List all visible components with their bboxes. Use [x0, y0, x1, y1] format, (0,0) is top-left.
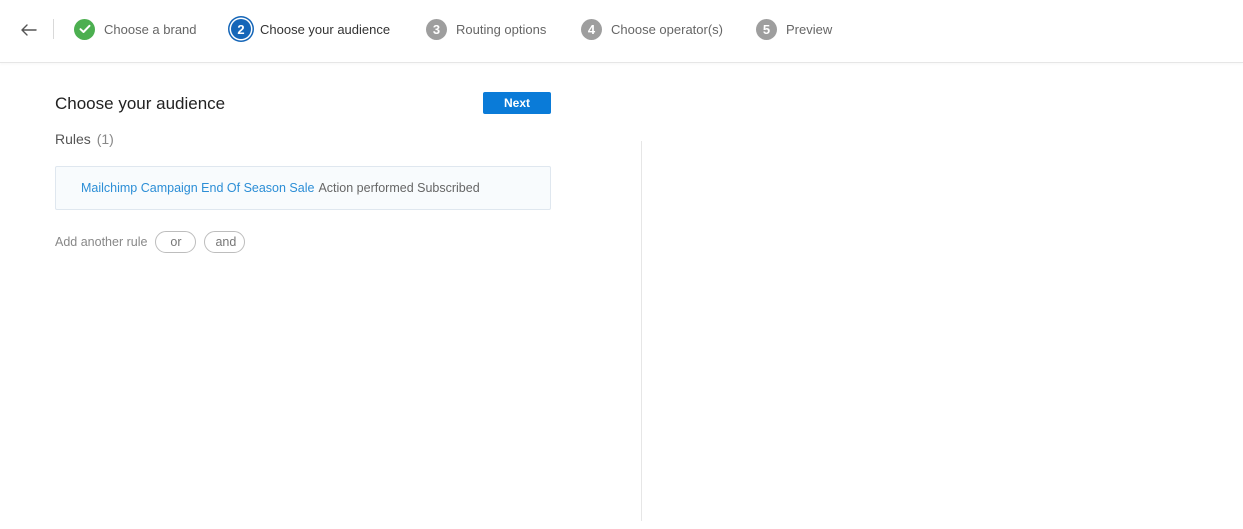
- header-divider: [53, 19, 54, 39]
- step-choose-audience[interactable]: 2 Choose your audience: [231, 17, 390, 41]
- step-3-badge: 3: [426, 18, 447, 40]
- step-2-badge: 2: [231, 19, 251, 39]
- step-2-label: Choose your audience: [260, 21, 391, 37]
- panel-divider: [641, 141, 642, 521]
- add-and-rule-button[interactable]: and: [204, 231, 246, 253]
- step-5-badge: 5: [756, 18, 777, 40]
- rule-campaign-link[interactable]: Mailchimp Campaign End Of Season Sale: [81, 181, 314, 195]
- rules-label: Rules: [55, 131, 91, 147]
- add-rule-label: Add another rule: [55, 235, 148, 249]
- check-icon: [79, 24, 90, 33]
- step-5-label: Preview: [786, 21, 833, 37]
- back-button[interactable]: [16, 18, 42, 42]
- rule-condition-text: Action performed Subscribed: [318, 181, 480, 195]
- step-choose-brand[interactable]: Choose a brand: [74, 17, 197, 41]
- step-choose-operators[interactable]: 4 Choose operator(s): [581, 17, 723, 41]
- step-4-label: Choose operator(s): [611, 21, 723, 37]
- step-3-label: Routing options: [456, 21, 547, 37]
- rules-heading: Rules (1): [55, 131, 114, 147]
- arrow-left-icon: [21, 24, 37, 36]
- wizard-header: Choose a brand 2 Choose your audience 3 …: [0, 0, 1243, 63]
- step-preview[interactable]: 5 Preview: [756, 17, 832, 41]
- step-4-badge: 4: [581, 18, 602, 40]
- step-1-label: Choose a brand: [104, 21, 197, 37]
- add-rule-row: Add another rule or and: [55, 230, 246, 254]
- step-routing-options[interactable]: 3 Routing options: [426, 17, 546, 41]
- next-button[interactable]: Next: [483, 92, 551, 114]
- rules-count: (1): [96, 131, 114, 147]
- step-1-badge: [74, 18, 95, 40]
- page-title: Choose your audience: [55, 94, 226, 113]
- add-or-rule-button[interactable]: or: [155, 231, 197, 253]
- rule-card[interactable]: Mailchimp Campaign End Of Season Sale Ac…: [55, 166, 551, 210]
